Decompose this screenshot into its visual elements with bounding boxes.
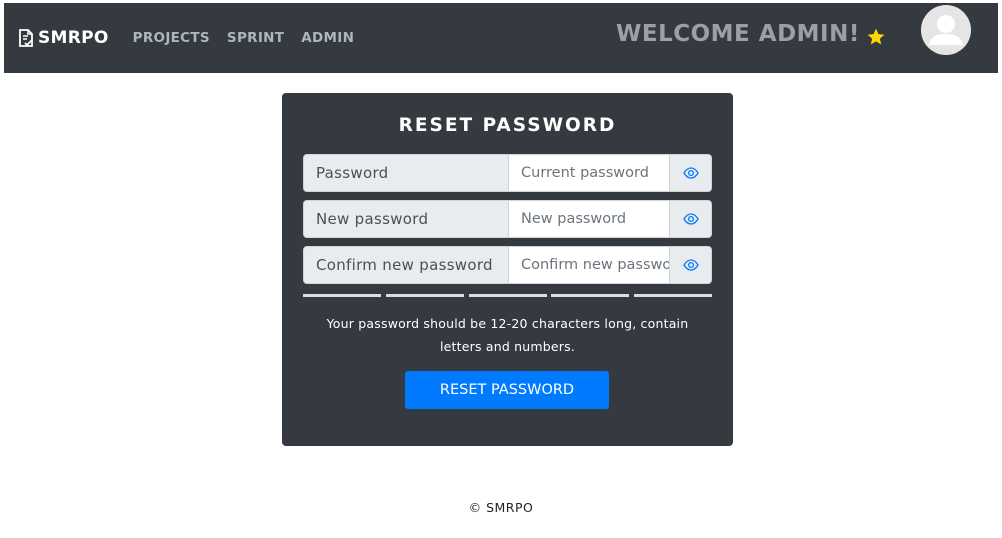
toggle-current-password-button[interactable] <box>670 154 712 192</box>
new-password-row: New password <box>303 200 712 238</box>
current-password-input[interactable] <box>509 154 670 192</box>
nav-links: PROJECTS SPRINT ADMIN <box>133 30 372 46</box>
eye-icon <box>682 167 699 179</box>
new-password-input[interactable] <box>509 200 670 238</box>
toggle-new-password-button[interactable] <box>670 200 712 238</box>
current-password-row: Password <box>303 154 712 192</box>
nav-link-projects[interactable]: PROJECTS <box>133 30 210 46</box>
hint-line-1: Your password should be 12-20 characters… <box>326 316 689 331</box>
password-strength-meter <box>303 294 712 297</box>
nav-link-admin[interactable]: ADMIN <box>301 30 354 46</box>
hint-line-2: letters and numbers. <box>439 339 576 354</box>
strength-segment <box>468 294 547 297</box>
brand-link[interactable]: SMRPO <box>16 28 109 48</box>
welcome-text: WELCOME ADMIN! <box>616 21 860 47</box>
brand-text: SMRPO <box>38 28 109 48</box>
star-icon <box>867 28 885 45</box>
nav-link-sprint[interactable]: SPRINT <box>227 30 284 46</box>
top-navbar: SMRPO PROJECTS SPRINT ADMIN WELCOME ADMI… <box>4 3 998 73</box>
confirm-password-input[interactable] <box>509 246 670 284</box>
welcome-message: WELCOME ADMIN! <box>616 21 886 47</box>
toggle-confirm-password-button[interactable] <box>670 246 712 284</box>
footer-copyright: © SMRPO <box>468 500 534 515</box>
eye-icon <box>682 213 699 225</box>
reset-password-card: RESET PASSWORD Password New password Con… <box>282 93 733 446</box>
reset-password-button[interactable]: RESET PASSWORD <box>405 371 609 409</box>
eye-icon <box>682 259 699 271</box>
new-password-label: New password <box>303 200 509 238</box>
document-check-icon <box>19 29 33 47</box>
strength-segment <box>634 294 712 297</box>
password-hint: Your password should be 12-20 characters… <box>303 312 712 358</box>
user-avatar-icon[interactable] <box>921 5 971 55</box>
strength-segment <box>551 294 630 297</box>
confirm-password-label: Confirm new password <box>303 246 509 284</box>
current-password-label: Password <box>303 154 509 192</box>
confirm-password-row: Confirm new password <box>303 246 712 284</box>
card-title: RESET PASSWORD <box>398 115 617 136</box>
strength-segment <box>385 294 464 297</box>
strength-segment <box>303 294 381 297</box>
